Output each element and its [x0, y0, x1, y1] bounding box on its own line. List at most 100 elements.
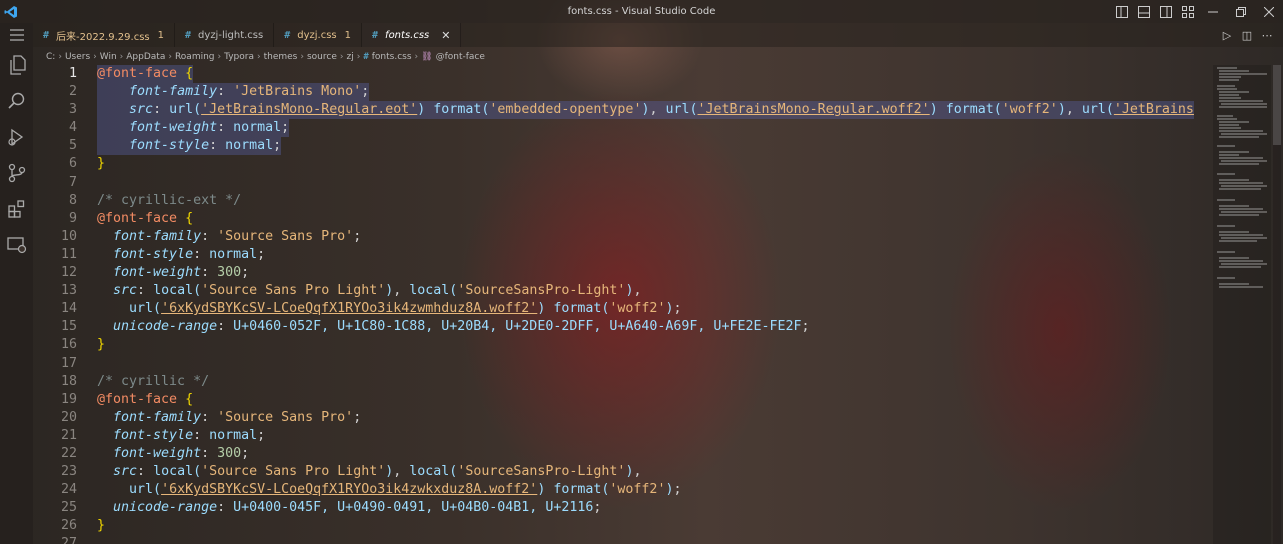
breadcrumb-item[interactable]: C:	[46, 52, 55, 62]
line-number: 2	[68, 84, 77, 100]
property: src	[113, 464, 138, 480]
code-line: 13 src: local('Source Sans Pro Light'), …	[33, 282, 1213, 300]
string-value: 'woff2'	[609, 301, 666, 317]
tab-dyzj-css[interactable]: # dyzj.css 1	[274, 23, 363, 47]
vertical-scrollbar[interactable]	[1273, 65, 1281, 544]
source-control-icon[interactable]	[0, 155, 33, 191]
breadcrumb-item[interactable]: Users	[65, 52, 90, 62]
property: font-family	[129, 84, 218, 100]
breadcrumb-item[interactable]: themes	[264, 52, 298, 62]
split-editor-icon[interactable]: ◫	[1237, 29, 1257, 42]
string-value: 'Source Sans Pro'	[217, 228, 354, 244]
breadcrumb-item[interactable]: Win	[100, 52, 117, 62]
toggle-secondary-sidebar-icon[interactable]	[1158, 4, 1174, 20]
code-line: 23 src: local('Source Sans Pro Light'), …	[33, 463, 1213, 481]
close-window-icon[interactable]	[1255, 0, 1283, 23]
code-line: 9 @font-face {	[33, 210, 1213, 228]
property: font-weight	[113, 265, 202, 281]
line-number: 24	[60, 482, 77, 498]
css-file-icon: #	[185, 29, 192, 41]
close-icon[interactable]: ✕	[441, 29, 450, 42]
chevron-right-icon: ›	[93, 52, 97, 62]
breadcrumb-item[interactable]: Typora	[224, 52, 254, 62]
run-debug-icon[interactable]	[0, 119, 33, 155]
extensions-icon[interactable]	[0, 191, 33, 227]
line-number: 15	[60, 319, 77, 335]
scrollbar-thumb[interactable]	[1273, 65, 1281, 145]
value: U+0460-052F, U+1C80-1C88, U+20B4, U+2DE0…	[233, 319, 802, 335]
breadcrumb-item[interactable]: @font-face	[436, 52, 485, 62]
string-value: 'SourceSansPro-Light'	[457, 464, 626, 480]
code-line: 5 font-style: normal;	[33, 137, 1213, 156]
property: src	[129, 102, 154, 118]
brace: }	[97, 156, 106, 172]
minimap[interactable]	[1213, 65, 1271, 544]
minimize-icon[interactable]	[1199, 0, 1227, 23]
value: normal	[209, 427, 258, 443]
brace: {	[185, 391, 194, 407]
breadcrumb-item[interactable]: AppData	[126, 52, 165, 62]
chevron-right-icon: ›	[339, 52, 344, 62]
chevron-right-icon: ›	[356, 52, 361, 62]
more-actions-icon[interactable]: ⋯	[1257, 29, 1277, 42]
line-number: 27	[60, 536, 77, 544]
function: url(	[169, 102, 202, 118]
line-number: 25	[60, 500, 77, 516]
property: unicode-range	[113, 500, 218, 516]
activity-bar	[0, 23, 33, 544]
menu-icon[interactable]	[0, 23, 33, 47]
run-icon[interactable]: ▷	[1217, 29, 1237, 42]
breadcrumb-item[interactable]: fonts.css	[372, 52, 412, 62]
value: normal	[225, 138, 274, 154]
function: url(	[129, 482, 162, 498]
breadcrumb-item[interactable]: Roaming	[175, 52, 215, 62]
string-value: 'JetBrainsMono-Regular.eot'	[201, 102, 418, 118]
line-number: 19	[60, 391, 77, 407]
line-number: 11	[60, 246, 77, 262]
tab-fonts-css[interactable]: # fonts.css ✕	[362, 23, 462, 47]
tab-houlai-css[interactable]: # 后来-2022.9.29.css 1	[33, 23, 176, 47]
line-number: 21	[60, 427, 77, 443]
value: U+0400-045F, U+0490-0491, U+04B0-04B1, U…	[233, 500, 594, 516]
title-bar: fonts.css - Visual Studio Code	[0, 0, 1283, 23]
code-line: 18 /* cyrillic */	[33, 373, 1213, 391]
breadcrumb-item[interactable]: source	[307, 52, 337, 62]
chevron-right-icon: ›	[168, 52, 172, 62]
search-icon[interactable]	[0, 83, 33, 119]
line-number: 10	[60, 228, 77, 244]
at-rule: @font-face	[97, 391, 178, 407]
code-line: 25 unicode-range: U+0400-045F, U+0490-04…	[33, 499, 1213, 517]
line-number: 7	[68, 174, 77, 190]
string-value: '6xKydSBYKcSV-LCoeQqfX1RYOo3ik4zwkxduz8A…	[161, 482, 538, 498]
toggle-panel-icon[interactable]	[1136, 4, 1152, 20]
string-value: 'Source Sans Pro'	[217, 409, 354, 425]
tab-label: dyzj-light.css	[198, 29, 264, 41]
function: url(	[665, 102, 698, 118]
line-number: 4	[68, 120, 77, 136]
chevron-right-icon: ›	[256, 52, 261, 62]
customize-layout-icon[interactable]	[1180, 4, 1196, 20]
string-value: '6xKydSBYKcSV-LCoeQqfX1RYOo3ik4zwmhduz8A…	[161, 301, 538, 317]
code-editor[interactable]: 1 @font-face { 2 font-family: 'JetBrains …	[33, 65, 1213, 544]
symbol-icon: ⛓	[421, 52, 433, 62]
line-number: 5	[68, 138, 77, 154]
tab-dyzj-light-css[interactable]: # dyzj-light.css	[175, 23, 275, 47]
line-number: 17	[60, 355, 77, 371]
code-line: 3 src: url('JetBrainsMono-Regular.eot') …	[33, 101, 1213, 120]
property: font-weight	[113, 445, 202, 461]
remote-explorer-icon[interactable]	[0, 227, 33, 263]
restore-icon[interactable]	[1227, 0, 1255, 23]
line-number: 20	[60, 409, 77, 425]
breadcrumb-item[interactable]: zj	[346, 52, 353, 62]
line-number: 9	[68, 210, 77, 226]
code-line: 8 /* cyrillic-ext */	[33, 192, 1213, 210]
function: format(	[945, 102, 1002, 118]
tab-label: 后来-2022.9.29.css	[56, 31, 150, 43]
chevron-right-icon: ›	[300, 52, 304, 62]
explorer-icon[interactable]	[0, 47, 33, 83]
line-number: 26	[60, 518, 77, 534]
vscode-logo-icon[interactable]	[0, 0, 22, 23]
code-line: 4 font-weight: normal;	[33, 119, 1213, 138]
css-file-icon: #	[363, 52, 369, 62]
toggle-sidebar-icon[interactable]	[1114, 4, 1130, 20]
